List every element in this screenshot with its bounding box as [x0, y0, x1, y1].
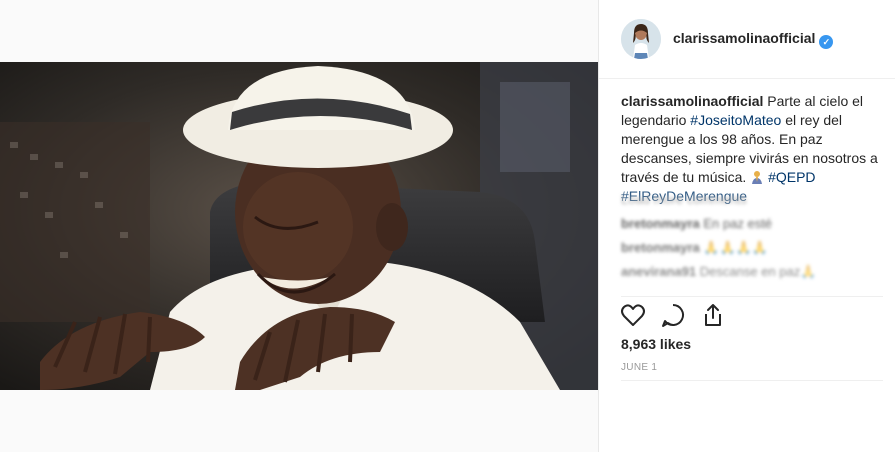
- post-date: JUNE 1: [621, 362, 658, 373]
- comment-username[interactable]: bretonmayra: [621, 216, 700, 231]
- comment-username[interactable]: bretonmayra: [621, 240, 700, 255]
- post-photo-image: [0, 62, 598, 390]
- caption-username[interactable]: clarissamolinaofficial: [621, 93, 763, 109]
- comment-2: bretonmayra 🙏🙏🙏🙏: [621, 240, 768, 256]
- comment-3: anevirana91 Descanse en paz🙏: [621, 264, 816, 280]
- hashtag-qepd[interactable]: #QEPD: [768, 169, 815, 185]
- praying-person-emoji: [750, 170, 764, 184]
- likes-count[interactable]: 8,963 likes: [621, 336, 691, 352]
- media-pane: [0, 0, 598, 452]
- post-photo[interactable]: [0, 62, 598, 390]
- comment-icon[interactable]: [659, 301, 687, 329]
- avatar[interactable]: [621, 19, 661, 59]
- share-icon[interactable]: [699, 301, 727, 329]
- header-username[interactable]: clarissamolinaofficial ✓: [673, 30, 834, 49]
- comment-text: En paz esté: [703, 216, 773, 231]
- load-more-comments[interactable]: Load more comments: [621, 192, 747, 207]
- header-username-text[interactable]: clarissamolinaofficial: [673, 30, 815, 46]
- bottom-divider: [621, 380, 883, 381]
- comment-1: bretonmayra En paz esté: [621, 216, 772, 231]
- hashtag-joseitomateo[interactable]: #JoseitoMateo: [690, 112, 781, 128]
- post-caption: clarissamolinaofficial Parte al cielo el…: [621, 92, 883, 206]
- comment-text: 🙏🙏🙏🙏: [703, 240, 769, 255]
- avatar-image: [621, 19, 661, 59]
- verified-badge-icon: ✓: [819, 35, 834, 49]
- heart-icon[interactable]: [619, 301, 647, 329]
- comment-username[interactable]: anevirana91: [621, 264, 696, 279]
- actions-divider: [621, 296, 883, 297]
- comment-text: Descanse en paz🙏: [699, 264, 817, 279]
- post-header: clarissamolinaofficial ✓: [599, 0, 895, 79]
- post-sidebar: clarissamolinaofficial ✓ clarissamolinaof…: [599, 0, 895, 452]
